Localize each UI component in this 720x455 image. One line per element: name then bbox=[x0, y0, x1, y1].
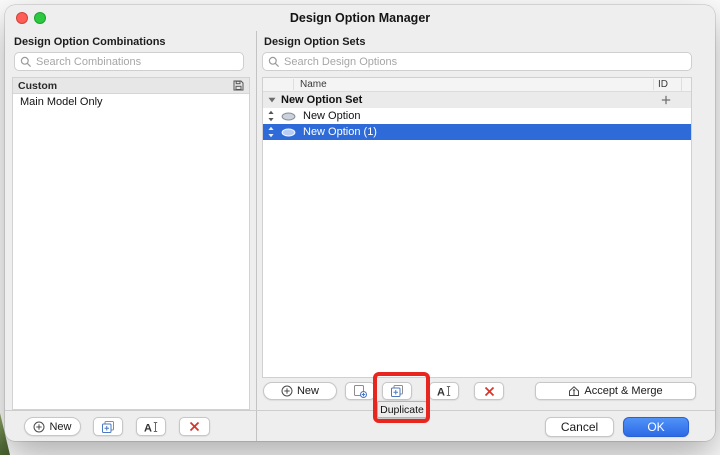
duplicate-icon bbox=[101, 420, 115, 434]
table-header: Name ID bbox=[263, 78, 691, 92]
options-search-field[interactable] bbox=[262, 52, 692, 71]
design-option-manager-window: Design Option Manager Design Option Comb… bbox=[5, 5, 715, 441]
option-sets-table: Name ID New Option Set New Option New Op… bbox=[262, 77, 692, 378]
cancel-button[interactable]: Cancel bbox=[545, 417, 614, 437]
save-icon[interactable] bbox=[233, 80, 244, 91]
search-icon bbox=[20, 56, 32, 68]
combination-name: Main Model Only bbox=[20, 96, 103, 108]
screen: Design Option Manager Design Option Comb… bbox=[0, 0, 720, 455]
eye-icon[interactable] bbox=[281, 112, 296, 121]
titlebar: Design Option Manager bbox=[5, 5, 715, 31]
column-header-id[interactable]: ID bbox=[653, 79, 681, 90]
rename-option-button[interactable]: A bbox=[429, 382, 459, 400]
add-option-icon[interactable] bbox=[661, 95, 671, 105]
combinations-panel-title: Design Option Combinations bbox=[14, 36, 166, 48]
footer-divider bbox=[5, 410, 715, 411]
combinations-search-input[interactable] bbox=[36, 55, 238, 68]
rename-combination-button[interactable]: A bbox=[136, 417, 166, 436]
circle-plus-icon bbox=[33, 421, 45, 433]
delete-x-icon bbox=[189, 421, 200, 432]
chevron-down-icon[interactable] bbox=[268, 97, 276, 103]
option-sets-panel: Design Option Sets Name ID bbox=[258, 31, 715, 441]
combinations-list-header[interactable]: Custom bbox=[13, 78, 249, 94]
reorder-handle-icon[interactable] bbox=[267, 110, 275, 122]
table-row[interactable]: New Option Set bbox=[263, 92, 691, 108]
table-row-selected[interactable]: New Option (1) bbox=[263, 124, 691, 140]
rename-icon: A bbox=[143, 421, 159, 433]
zoom-button[interactable] bbox=[34, 12, 46, 24]
svg-text:A: A bbox=[437, 387, 445, 398]
delete-combination-button[interactable] bbox=[179, 417, 210, 436]
combinations-search-field[interactable] bbox=[14, 52, 244, 71]
search-icon bbox=[268, 56, 280, 68]
option-name: New Option bbox=[303, 110, 361, 122]
sheet-plus-icon bbox=[353, 384, 367, 398]
eye-icon[interactable] bbox=[281, 128, 296, 137]
option-set-name: New Option Set bbox=[281, 94, 363, 106]
combinations-list: Custom Main Model Only bbox=[12, 77, 250, 410]
column-header-name[interactable]: Name bbox=[293, 79, 653, 90]
option-sets-panel-title: Design Option Sets bbox=[264, 36, 366, 48]
new-option-set-label: New bbox=[296, 385, 319, 397]
window-title: Design Option Manager bbox=[289, 11, 431, 25]
new-combination-label: New bbox=[49, 420, 72, 433]
ok-label: OK bbox=[647, 420, 665, 434]
close-button[interactable] bbox=[16, 12, 28, 24]
duplicate-icon bbox=[390, 384, 404, 398]
delete-option-button[interactable] bbox=[474, 382, 504, 400]
list-item[interactable]: Main Model Only bbox=[13, 94, 249, 111]
delete-x-icon bbox=[484, 386, 495, 397]
svg-text:A: A bbox=[144, 422, 152, 433]
duplicate-option-button[interactable] bbox=[382, 382, 412, 400]
duplicate-combination-button[interactable] bbox=[93, 417, 123, 436]
reorder-handle-icon[interactable] bbox=[267, 126, 275, 138]
new-option-set-button[interactable]: New bbox=[263, 382, 337, 400]
options-search-input[interactable] bbox=[284, 55, 686, 68]
table-row[interactable]: New Option bbox=[263, 108, 691, 124]
accept-merge-button[interactable]: Accept & Merge bbox=[535, 382, 696, 400]
cancel-label: Cancel bbox=[560, 420, 599, 434]
option-name: New Option (1) bbox=[303, 126, 377, 138]
new-option-button[interactable] bbox=[345, 382, 375, 400]
merge-icon bbox=[568, 385, 580, 397]
combinations-panel: Design Option Combinations Custom Main M… bbox=[5, 31, 257, 441]
accept-merge-label: Accept & Merge bbox=[584, 385, 663, 397]
circle-plus-icon bbox=[281, 385, 293, 397]
new-combination-button[interactable]: New bbox=[24, 417, 81, 436]
combinations-header-label: Custom bbox=[18, 79, 58, 92]
tooltip-label: Duplicate bbox=[380, 403, 424, 416]
duplicate-tooltip: Duplicate bbox=[377, 401, 427, 418]
ok-button[interactable]: OK bbox=[623, 417, 689, 437]
rename-icon: A bbox=[436, 385, 452, 397]
